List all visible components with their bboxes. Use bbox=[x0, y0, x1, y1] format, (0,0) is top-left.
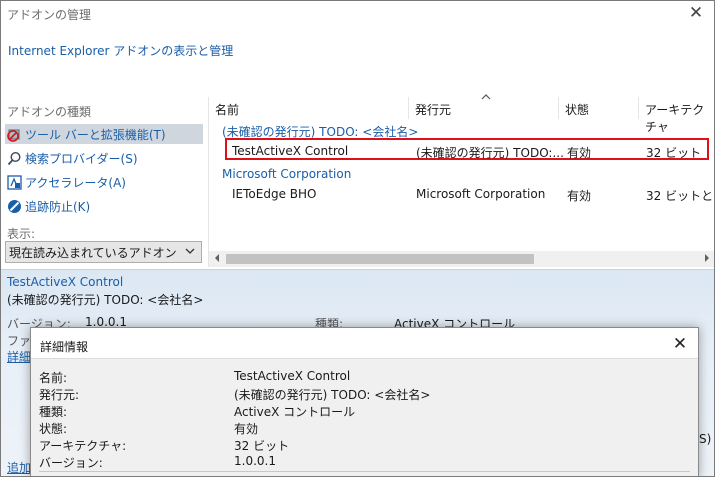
window-close-button[interactable]: ✕ bbox=[686, 3, 706, 23]
tracking-protection-icon bbox=[7, 199, 22, 214]
prop-value: ActiveX コントロール bbox=[234, 405, 356, 419]
prop-label: アーキテクチャ: bbox=[39, 439, 127, 453]
addon-status: 有効 bbox=[567, 146, 592, 160]
more-information-dialog: 詳細情報 ✕ 名前: TestActiveX Control 発行元: (未確認… bbox=[30, 327, 699, 476]
scroll-right-icon[interactable] bbox=[703, 253, 711, 266]
prop-label: 名前: bbox=[39, 371, 68, 385]
prop-value: 1.0.0.1 bbox=[234, 454, 276, 468]
accelerator-icon bbox=[7, 174, 22, 190]
chevron-down-icon bbox=[185, 245, 195, 260]
addon-publisher: (未確認の発行元) TODO:... bbox=[416, 146, 564, 160]
scroll-left-icon[interactable] bbox=[213, 253, 221, 266]
sidebar-item-toolbars-extensions[interactable]: ツール バーと拡張機能(T) bbox=[5, 124, 203, 144]
prop-label: 種類: bbox=[39, 405, 68, 419]
dialog-body: 名前: TestActiveX Control 発行元: (未確認の発行元) T… bbox=[31, 358, 698, 476]
details-link[interactable]: 詳細 bbox=[7, 348, 31, 365]
group-label: Microsoft Corporation bbox=[222, 167, 352, 181]
addons-list: 名前 発行元 状態 アーキテクチャ (未確認の発行元) TODO: <会社名> … bbox=[208, 94, 714, 267]
details-publisher: (未確認の発行元) TODO: <会社名> bbox=[7, 293, 204, 307]
show-dropdown-value: 現在読み込まれているアドオン bbox=[9, 245, 177, 260]
manage-addons-window: アドオンの管理 ✕ Internet Explorer アドオンの表示と管理 ア… bbox=[0, 0, 715, 477]
list-item[interactable]: TestActiveX Control (未確認の発行元) TODO:... 有… bbox=[225, 138, 709, 160]
sidebar-item-accelerators[interactable]: アクセラレータ(A) bbox=[5, 172, 203, 192]
sidebar-item-search-providers[interactable]: 検索プロバイダー(S) bbox=[5, 148, 203, 168]
addon-name: IEToEdge BHO bbox=[232, 187, 317, 201]
divider bbox=[39, 471, 690, 472]
partial-button-label[interactable]: S) bbox=[699, 432, 711, 446]
title-bar: アドオンの管理 ✕ bbox=[1, 1, 714, 27]
dialog-close-button[interactable]: ✕ bbox=[670, 334, 690, 354]
dialog-title: 詳細情報 bbox=[40, 340, 89, 354]
window-title: アドオンの管理 bbox=[7, 8, 92, 22]
sidebar-item-label: アクセラレータ(A) bbox=[25, 175, 126, 190]
prop-value: 有効 bbox=[234, 422, 259, 436]
prop-label: バージョン: bbox=[39, 456, 103, 470]
sort-ascending-icon bbox=[481, 93, 491, 104]
column-header-architecture[interactable]: アーキテクチャ bbox=[639, 97, 714, 134]
addon-architecture: 32 ビット bbox=[646, 146, 702, 160]
sidebar-item-label: 検索プロバイダー(S) bbox=[25, 151, 138, 166]
prop-value: (未確認の発行元) TODO: <会社名> bbox=[234, 388, 431, 402]
addon-name: TestActiveX Control bbox=[232, 144, 349, 158]
addon-architecture: 32 ビットと 6... bbox=[646, 189, 714, 203]
prop-label: 状態: bbox=[39, 422, 68, 436]
addon-status: 有効 bbox=[567, 189, 592, 203]
sidebar-item-label: ツール バーと拡張機能(T) bbox=[25, 127, 166, 142]
prop-value: TestActiveX Control bbox=[234, 369, 351, 383]
addon-types-pane: アドオンの種類 ツール バーと拡張機能(T) 検索プロバイダー(S) アクセラレ… bbox=[1, 97, 206, 267]
find-more-link[interactable]: 追加 bbox=[7, 459, 31, 476]
header-link[interactable]: Internet Explorer アドオンの表示と管理 bbox=[8, 42, 233, 59]
details-addon-name: TestActiveX Control bbox=[7, 275, 124, 289]
toolbar-extensions-icon bbox=[7, 127, 22, 142]
scrollbar-thumb[interactable] bbox=[226, 254, 534, 264]
column-header-publisher-label: 発行元 bbox=[415, 103, 452, 117]
sidebar-item-tracking-protection[interactable]: 追跡防止(K) bbox=[5, 196, 203, 216]
prop-value: 32 ビット bbox=[234, 439, 290, 453]
list-item[interactable]: IEToEdge BHO Microsoft Corporation 有効 32… bbox=[225, 183, 714, 205]
column-header-status[interactable]: 状態 bbox=[559, 97, 639, 119]
show-label: 表示: bbox=[7, 227, 36, 241]
search-icon bbox=[7, 151, 22, 166]
prop-label: 発行元: bbox=[39, 388, 80, 402]
column-header-name[interactable]: 名前 bbox=[209, 97, 409, 119]
show-dropdown[interactable]: 現在読み込まれているアドオン bbox=[5, 241, 202, 263]
addon-types-heading: アドオンの種類 bbox=[7, 105, 92, 119]
sidebar-item-label: 追跡防止(K) bbox=[25, 199, 91, 214]
horizontal-scrollbar[interactable] bbox=[209, 251, 714, 267]
addon-publisher: Microsoft Corporation bbox=[416, 187, 546, 201]
